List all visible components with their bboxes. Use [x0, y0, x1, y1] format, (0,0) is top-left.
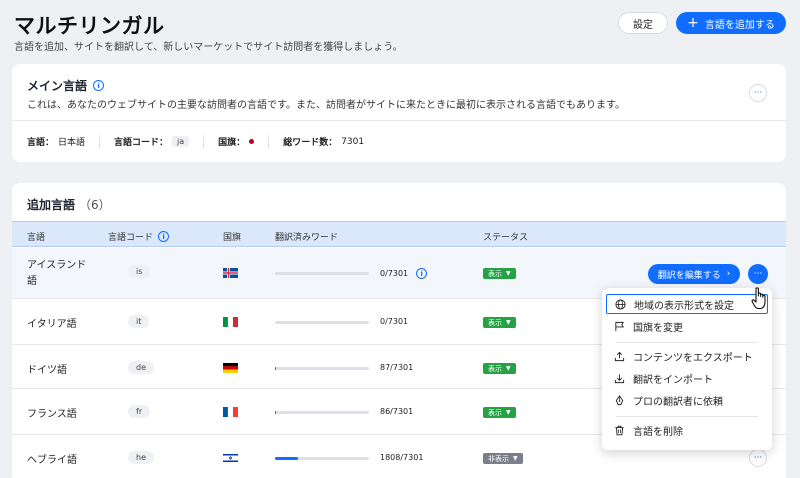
israel-flag-icon	[223, 453, 238, 463]
language-name: イタリア語	[27, 319, 77, 330]
flag-icon	[615, 321, 624, 331]
page-subtitle: 言語を追加、サイトを翻訳して、新しいマーケットでサイト訪問者を獲得しましょう。	[14, 42, 403, 53]
column-status: ステータス	[483, 233, 529, 243]
code-chip: it	[128, 315, 150, 328]
plus-icon: +	[687, 15, 699, 31]
translated-count: 0/7301	[380, 317, 409, 326]
chevron-down-icon: ▼	[506, 365, 511, 372]
language-count: （6）	[79, 198, 111, 212]
column-flag: 国旗	[223, 233, 242, 243]
language-name: アイスランド語	[27, 260, 87, 287]
main-language-description: これは、あなたのウェブサイトの主要な訪問者の言語です。また、訪問者がサイトに来た…	[27, 100, 625, 111]
main-language-title: メイン言語	[27, 79, 88, 93]
translated-count: 1808/7301	[380, 453, 424, 462]
info-icon[interactable]: i	[158, 231, 170, 242]
divider	[12, 120, 786, 121]
menu-item-change-flag[interactable]: 国旗を変更	[606, 316, 768, 336]
menu-item-regional-format[interactable]: 地域の表示形式を設定	[606, 294, 768, 314]
progress-fill	[275, 411, 277, 414]
progress-bar	[275, 457, 369, 460]
chevron-down-icon: ▼	[506, 319, 511, 326]
trash-icon	[615, 425, 624, 435]
language-name: フランス語	[27, 409, 77, 420]
menu-item-export[interactable]: コンテンツをエクスポート	[606, 346, 768, 366]
settings-button[interactable]: 設定	[618, 12, 668, 34]
language-name: ヘブライ語	[27, 455, 77, 466]
column-translated: 翻訳済みワード	[275, 233, 339, 243]
page-title: マルチリンガル	[14, 14, 165, 38]
germany-flag-icon	[223, 363, 238, 373]
menu-item-hire-translator[interactable]: プロの翻訳者に依頼	[606, 390, 768, 410]
status-dropdown[interactable]: 表示 ▼	[483, 317, 516, 328]
additional-languages-heading: 追加言語 （6）	[27, 198, 111, 212]
status-dropdown[interactable]: 非表示 ▼	[483, 453, 523, 464]
menu-item-delete[interactable]: 言語を削除	[606, 420, 768, 440]
chevron-down-icon: ▼	[506, 270, 511, 277]
iceland-flag-icon	[223, 268, 238, 278]
progress-fill	[275, 367, 277, 370]
meta-flag: 国旗：	[218, 135, 270, 148]
row-more-button[interactable]: ···	[749, 449, 767, 467]
menu-item-import[interactable]: 翻訳をインポート	[606, 368, 768, 388]
globe-icon	[615, 298, 626, 310]
menu-divider	[616, 416, 758, 417]
main-language-more-button[interactable]: ···	[749, 84, 767, 102]
translated-count: 87/7301	[380, 363, 414, 372]
meta-code: 言語コード： ja	[114, 135, 205, 148]
ellipsis-icon: ···	[753, 452, 763, 463]
row-more-button[interactable]: ···	[748, 264, 768, 284]
chevron-down-icon: ▼	[506, 409, 511, 416]
column-language: 言語	[27, 233, 46, 243]
export-icon	[614, 351, 625, 361]
language-name: ドイツ語	[27, 365, 67, 376]
import-icon	[614, 373, 625, 383]
edit-translation-button[interactable]: 翻訳を編集する ›	[648, 264, 740, 284]
ellipsis-icon: ···	[753, 269, 763, 279]
meta-language: 言語： 日本語	[27, 135, 101, 148]
menu-divider	[616, 342, 758, 343]
status-dropdown[interactable]: 表示 ▼	[483, 363, 516, 374]
code-chip: ja	[172, 136, 190, 147]
japan-flag-icon	[249, 139, 255, 144]
chevron-down-icon: ▼	[513, 455, 518, 462]
info-icon[interactable]: i	[93, 80, 105, 91]
pen-icon	[615, 394, 624, 405]
code-chip: de	[128, 361, 154, 374]
info-icon[interactable]: i	[416, 268, 428, 279]
progress-bar	[275, 411, 369, 414]
table-header: 言語 言語コード i 国旗 翻訳済みワード ステータス	[12, 221, 786, 247]
translated-count: 0/7301 i	[380, 268, 428, 279]
main-language-meta: 言語： 日本語 言語コード： ja 国旗： 総ワード数： 7301	[27, 135, 392, 148]
translated-count: 86/7301	[380, 407, 414, 416]
progress-bar	[275, 272, 369, 275]
chevron-right-icon: ›	[726, 269, 731, 279]
italy-flag-icon	[223, 317, 238, 327]
progress-bar	[275, 321, 369, 324]
france-flag-icon	[223, 407, 238, 417]
hand-cursor-icon	[751, 287, 766, 310]
code-chip: he	[128, 451, 154, 464]
add-language-label: 言語を追加する	[704, 19, 775, 31]
main-language-heading: メイン言語 i	[27, 77, 105, 94]
code-chip: fr	[128, 405, 151, 418]
meta-words: 総ワード数： 7301	[283, 136, 365, 149]
row-context-menu: 地域の表示形式を設定 国旗を変更 コンテンツをエクスポート 翻訳をインポート プ…	[602, 288, 772, 450]
add-language-button[interactable]: + 言語を追加する	[676, 12, 786, 34]
column-code: 言語コード i	[108, 230, 170, 243]
status-dropdown[interactable]: 表示 ▼	[483, 268, 516, 279]
progress-fill	[275, 457, 299, 460]
ellipsis-icon: ···	[753, 87, 763, 98]
status-dropdown[interactable]: 表示 ▼	[483, 407, 516, 418]
code-chip: is	[128, 265, 151, 278]
main-language-card: メイン言語 i これは、あなたのウェブサイトの主要な訪問者の言語です。また、訪問…	[12, 64, 786, 162]
progress-bar	[275, 367, 369, 370]
